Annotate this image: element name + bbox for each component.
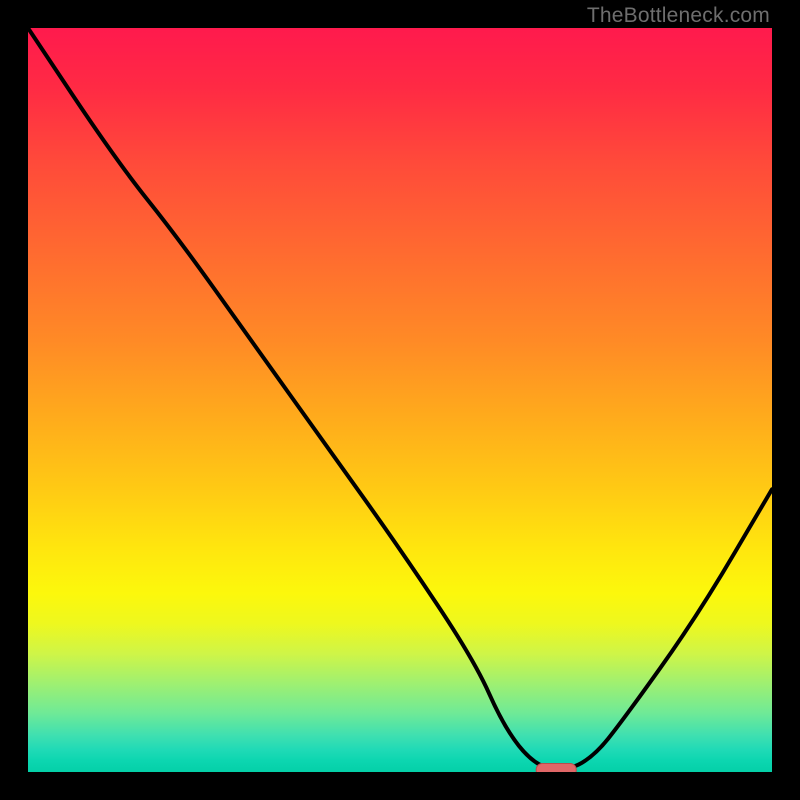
- chart-frame: TheBottleneck.com: [0, 0, 800, 800]
- bottleneck-curve-line: [28, 28, 772, 770]
- plot-area: [28, 28, 772, 772]
- watermark-text: TheBottleneck.com: [587, 4, 770, 28]
- bottleneck-curve-svg: [28, 28, 772, 772]
- optimum-marker: [536, 764, 576, 773]
